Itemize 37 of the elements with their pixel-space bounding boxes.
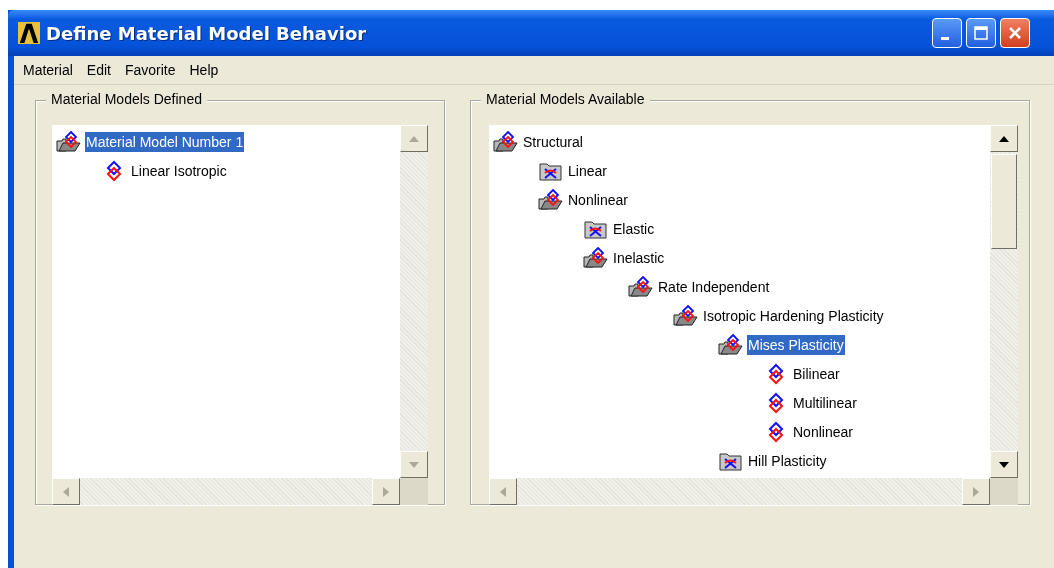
close-button[interactable]	[1000, 18, 1030, 48]
tree-item[interactable]: Isotropic Hardening Plasticity	[702, 305, 885, 326]
tree-item[interactable]: Inelastic	[612, 247, 666, 268]
tree-item[interactable]: Rate Independent	[657, 276, 771, 297]
scrollbar-corner	[990, 478, 1018, 505]
tree-item[interactable]: Nonlinear	[567, 189, 629, 210]
menu-item[interactable]: Material	[16, 62, 80, 78]
scrollbar-corner	[400, 478, 428, 505]
menu-item[interactable]: Favorite	[117, 62, 183, 78]
diamond-icon	[768, 362, 784, 385]
group-title: Material Models Available	[481, 91, 650, 107]
diamond-icon	[768, 391, 784, 414]
menu-item[interactable]: Help	[182, 62, 226, 78]
tree-item[interactable]: Elastic	[612, 218, 656, 239]
horizontal-scrollbar[interactable]	[489, 478, 990, 505]
tree-item[interactable]: Multilinear	[792, 392, 858, 413]
vertical-scrollbar[interactable]	[990, 125, 1018, 478]
tree-item[interactable]: Mises Plasticity	[747, 334, 845, 355]
minimize-button[interactable]	[932, 18, 962, 48]
tree-item[interactable]: Nonlinear	[792, 421, 854, 442]
logo-icon	[18, 22, 40, 44]
vertical-scrollbar[interactable]	[400, 125, 428, 478]
minimize-icon	[941, 36, 949, 40]
maximize-button[interactable]	[966, 18, 996, 48]
tree-item[interactable]: Material Model Number 1	[85, 131, 245, 152]
menu-item[interactable]: Edit	[79, 62, 118, 78]
tree-item[interactable]: Linear	[567, 160, 608, 181]
window-title: Define Material Model Behavior	[46, 22, 368, 44]
tree-item[interactable]: Hill Plasticity	[747, 450, 828, 471]
tree-item[interactable]: Bilinear	[792, 363, 841, 384]
group-title: Material Models Defined	[46, 91, 207, 107]
diamond-icon	[768, 420, 784, 443]
tree-item[interactable]: Linear Isotropic	[130, 160, 228, 181]
diamond-icon	[106, 159, 122, 182]
horizontal-scrollbar[interactable]	[52, 478, 400, 505]
tree-item[interactable]: Structural	[522, 131, 584, 152]
maximize-icon	[971, 23, 991, 43]
